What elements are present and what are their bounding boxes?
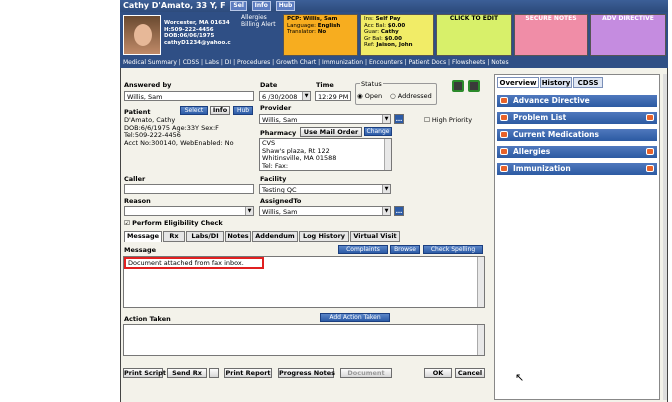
patient-label: Patient bbox=[124, 108, 151, 116]
alerts[interactable]: Allergies Billing Alert bbox=[241, 14, 276, 28]
immunization-row[interactable]: Immunization bbox=[497, 163, 657, 175]
tab-log-history[interactable]: Log History bbox=[299, 231, 349, 242]
change-pharmacy-button[interactable]: Change bbox=[364, 127, 392, 136]
click-to-edit-box[interactable]: CLICK TO EDIT bbox=[436, 14, 512, 56]
status-open-radio[interactable]: ◉ Open bbox=[357, 92, 382, 100]
caller-label: Caller bbox=[124, 175, 146, 183]
facility-select[interactable]: Testing QC ▼ bbox=[259, 184, 391, 194]
time-label: Time bbox=[316, 81, 334, 89]
patient-info-button[interactable]: Info bbox=[210, 106, 230, 115]
refresh-icon[interactable] bbox=[452, 80, 464, 92]
sel-button[interactable]: Sel bbox=[230, 1, 247, 11]
panel-scrollbar[interactable] bbox=[663, 74, 667, 400]
adv-directive-box[interactable]: ADV DIRECTIVE bbox=[590, 14, 666, 56]
high-priority-checkbox[interactable]: ☐ High Priority bbox=[424, 116, 472, 124]
tab-message[interactable]: Message bbox=[124, 231, 162, 242]
caller-input[interactable] bbox=[124, 184, 254, 194]
reason-label: Reason bbox=[124, 197, 151, 205]
send-rx-dropdown[interactable] bbox=[209, 368, 219, 378]
date-label: Date bbox=[260, 81, 278, 89]
current-medications-row[interactable]: Current Medications bbox=[497, 129, 657, 141]
status-label: Status bbox=[360, 80, 383, 88]
eligibility-checkbox[interactable]: ☑ Perform Eligibility Check bbox=[124, 219, 223, 227]
pcp-box[interactable]: PCP: Willis, Sam Language: English Trans… bbox=[283, 14, 358, 56]
print-script-button[interactable]: Print Script bbox=[123, 368, 166, 378]
add-action-taken-button[interactable]: Add Action Taken bbox=[320, 313, 390, 322]
hub-button[interactable]: Hub bbox=[275, 1, 296, 11]
overview-panel: Overview History CDSS Advance Directive … bbox=[494, 74, 660, 400]
allergies-row[interactable]: Allergies bbox=[497, 146, 657, 158]
tab-notes[interactable]: Notes bbox=[225, 231, 251, 242]
action-taken-textarea[interactable] bbox=[123, 324, 485, 356]
document-button[interactable]: Document bbox=[340, 368, 392, 378]
info-button[interactable]: Info bbox=[251, 1, 271, 11]
assigned-to-label: AssignedTo bbox=[260, 197, 302, 205]
pharmacy-details[interactable]: CVS Shaw's plaza, Rt 122 Whitinsville, M… bbox=[259, 138, 392, 171]
assigned-lookup-button[interactable]: … bbox=[394, 206, 404, 216]
time-input[interactable]: 12:29 PM bbox=[315, 91, 351, 101]
reason-select[interactable]: ▼ bbox=[124, 206, 254, 216]
message-text: Document attached from fax inbox. bbox=[124, 257, 264, 269]
mouse-cursor: ↖ bbox=[515, 371, 525, 384]
pharmacy-label: Pharmacy bbox=[260, 129, 297, 137]
patient-contact: Worcester, MA 01634 H:509-222-4456 DOB:0… bbox=[164, 20, 231, 46]
tab-overview[interactable]: Overview bbox=[497, 77, 539, 88]
action-taken-label: Action Taken bbox=[124, 315, 171, 323]
answered-by-input[interactable]: Willis, Sam bbox=[124, 91, 254, 101]
provider-lookup-button[interactable]: … bbox=[394, 114, 404, 124]
select-patient-button[interactable]: Select bbox=[180, 106, 208, 115]
message-label: Message bbox=[124, 246, 157, 254]
nav-menu[interactable]: Medical Summary | CDSS | Labs | DI | Pro… bbox=[120, 58, 668, 68]
complaints-button[interactable]: Complaints bbox=[338, 245, 388, 254]
check-spelling-button[interactable]: Check Spelling bbox=[423, 245, 483, 254]
tab-history[interactable]: History bbox=[540, 77, 572, 88]
facility-label: Facility bbox=[260, 175, 287, 183]
browse-button[interactable]: Browse bbox=[390, 245, 420, 254]
patient-header: Worcester, MA 01634 H:509-222-4456 DOB:0… bbox=[120, 12, 668, 58]
patient-photo bbox=[123, 15, 161, 55]
use-mail-order-button[interactable]: Use Mail Order bbox=[300, 127, 362, 137]
cancel-button[interactable]: Cancel bbox=[455, 368, 485, 378]
title-bar: Cathy D'Amato, 33 Y, F Sel Info Hub bbox=[120, 0, 668, 12]
send-rx-button[interactable]: Send Rx bbox=[167, 368, 207, 378]
tab-rx[interactable]: Rx bbox=[163, 231, 185, 242]
assigned-to-select[interactable]: Willis, Sam ▼ bbox=[259, 206, 391, 216]
progress-notes-button[interactable]: Progress Notes bbox=[278, 368, 335, 378]
message-textarea[interactable]: Document attached from fax inbox. bbox=[123, 256, 485, 308]
answered-by-label: Answered by bbox=[124, 81, 172, 89]
problem-list-row[interactable]: Problem List bbox=[497, 112, 657, 124]
patient-details: D'Amato, Cathy DOB:6/6/1975 Age:33Y Sex:… bbox=[124, 116, 234, 147]
insurance-box[interactable]: Ins: Self Pay Acc Bal: $0.00 Guar: Cathy… bbox=[360, 14, 434, 56]
sync-icon[interactable] bbox=[468, 80, 480, 92]
status-addressed-radio[interactable]: ○ Addressed bbox=[390, 92, 432, 100]
advance-directive-row[interactable]: Advance Directive bbox=[497, 95, 657, 107]
patient-title: Cathy D'Amato, 33 Y, F bbox=[123, 1, 226, 10]
tab-labs-di[interactable]: Labs/DI bbox=[186, 231, 224, 242]
tab-virtual-visit[interactable]: Virtual Visit bbox=[350, 231, 400, 242]
ok-button[interactable]: OK bbox=[424, 368, 452, 378]
patient-hub-button[interactable]: Hub bbox=[233, 106, 253, 115]
tab-cdss[interactable]: CDSS bbox=[573, 77, 603, 88]
provider-label: Provider bbox=[260, 104, 292, 112]
date-input[interactable]: 6 /30/2008 ▼ bbox=[259, 91, 311, 101]
provider-select[interactable]: Willis, Sam ▼ bbox=[259, 114, 391, 124]
print-report-button[interactable]: Print Report bbox=[224, 368, 272, 378]
tab-addendum[interactable]: Addendum bbox=[252, 231, 298, 242]
secure-notes-box[interactable]: SECURE NOTES bbox=[514, 14, 588, 56]
